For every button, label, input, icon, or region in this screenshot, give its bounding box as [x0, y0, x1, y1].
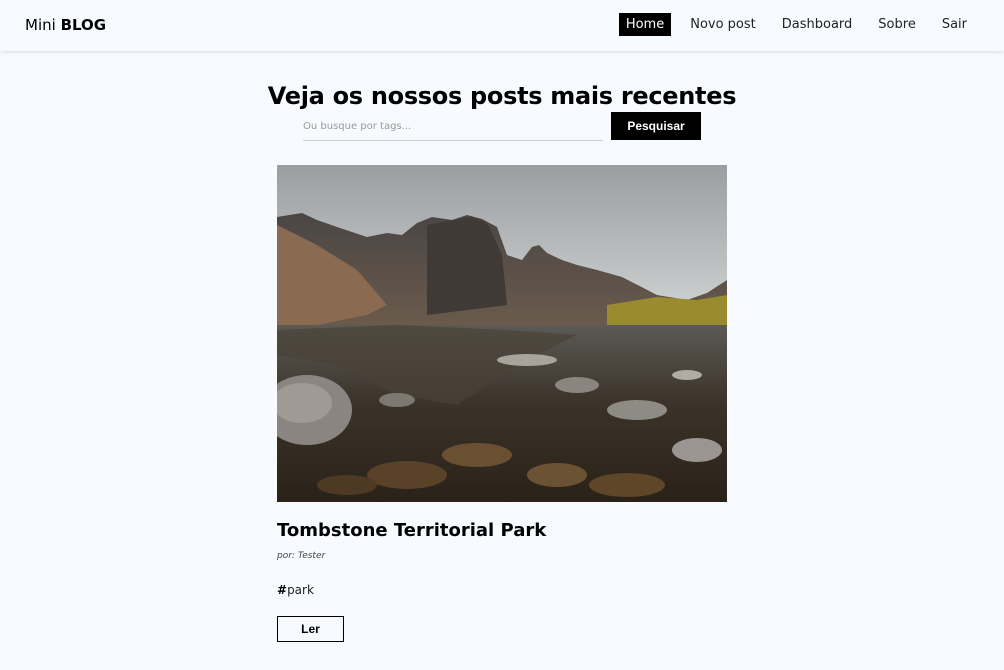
- nav-links: Home Novo post Dashboard Sobre Sair: [607, 13, 974, 36]
- tag-name[interactable]: park: [287, 583, 314, 597]
- tag-hash: #: [277, 583, 288, 597]
- post-tags: #park: [277, 583, 727, 597]
- brand-logo[interactable]: Mini BLOG: [25, 16, 106, 34]
- search-button[interactable]: Pesquisar: [611, 112, 701, 140]
- nav-link-home[interactable]: Home: [618, 13, 672, 36]
- brand-prefix: Mini: [25, 16, 56, 34]
- navbar: Mini BLOG Home Novo post Dashboard Sobre…: [0, 0, 1004, 51]
- nav-link-about[interactable]: Sobre: [871, 13, 923, 36]
- post-card: Tombstone Territorial Park por: Tester #…: [277, 165, 727, 642]
- nav-link-dashboard[interactable]: Dashboard: [775, 13, 860, 36]
- post-title[interactable]: Tombstone Territorial Park: [277, 520, 727, 542]
- search-form: Pesquisar: [303, 112, 701, 141]
- search-input[interactable]: [303, 112, 603, 141]
- page-title: Veja os nossos posts mais recentes: [267, 82, 737, 111]
- nav-link-new-post[interactable]: Novo post: [683, 13, 763, 36]
- post-author: por: Tester: [277, 551, 326, 561]
- nav-link-logout[interactable]: Sair: [935, 13, 974, 36]
- post-image: [277, 165, 727, 502]
- brand-bold: BLOG: [60, 16, 107, 34]
- read-button[interactable]: Ler: [277, 616, 344, 642]
